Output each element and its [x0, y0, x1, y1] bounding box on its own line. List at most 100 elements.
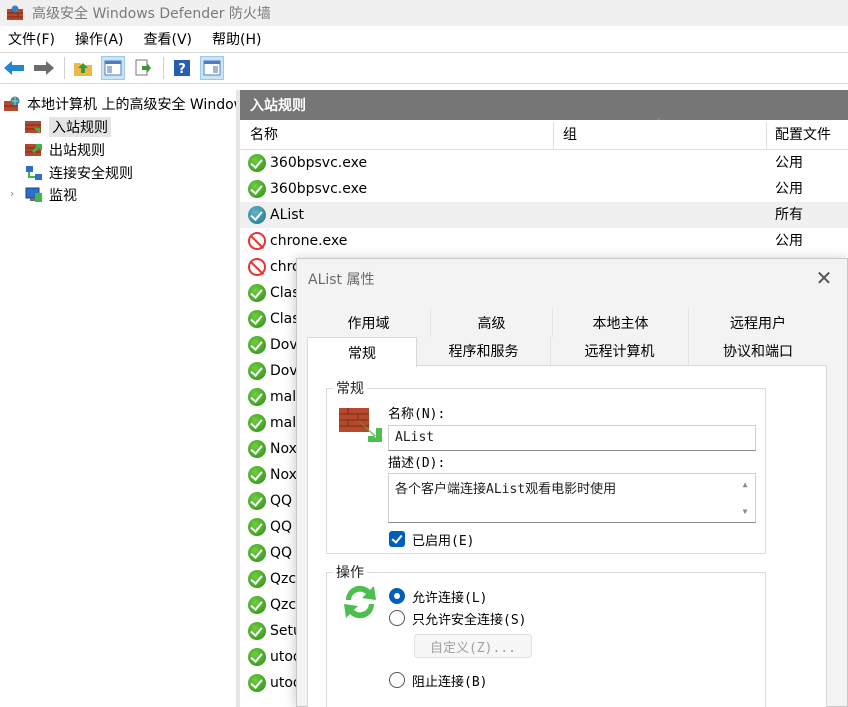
title-bar: 高级安全 Windows Defender 防火墙 [0, 0, 848, 26]
allow-connection-label[interactable]: 允许连接(L) [412, 587, 487, 606]
export-list-icon[interactable] [131, 56, 155, 80]
column-divider[interactable] [766, 122, 767, 150]
menu-help[interactable]: 帮助(H) [212, 29, 261, 49]
name-label: 名称(N): [388, 407, 446, 422]
rule-name: Qzc [270, 597, 297, 613]
forward-arrow-icon[interactable] [32, 56, 56, 80]
tab-protocols-and-ports[interactable]: 协议和端口 [689, 337, 827, 365]
block-rule-icon [248, 258, 266, 276]
column-header-group[interactable]: 组 [563, 120, 577, 150]
enabled-checkbox[interactable] [389, 531, 405, 547]
allow-rule-icon [248, 466, 266, 484]
name-input[interactable]: AList [388, 425, 756, 451]
column-header-name[interactable]: 名称 [250, 120, 278, 150]
back-arrow-icon[interactable] [2, 56, 26, 80]
properties-dialog: AList 属性 ✕ 作用域 高级 本地主体 远程用户 常规 程序和服务 远程计… [296, 258, 848, 707]
tree-root[interactable]: 本地计算机 上的高级安全 Windows Defender 防火墙 [3, 93, 237, 115]
pane-header: 入站规则 [240, 90, 848, 120]
description-scrollbar[interactable]: ▲ ▼ [737, 476, 753, 520]
menu-action[interactable]: 操作(A) [75, 29, 124, 49]
allow-rule-icon [248, 180, 266, 198]
tree-item-label: 监视 [49, 188, 77, 204]
allow-rule-icon [248, 388, 266, 406]
rule-profile: 所有 [775, 207, 803, 223]
menu-bar: 文件(F) 操作(A) 查看(V) 帮助(H) [0, 26, 848, 52]
block-connection-label[interactable]: 阻止连接(B) [412, 671, 487, 690]
tab-general[interactable]: 常规 [307, 337, 417, 367]
scroll-up-icon[interactable]: ▲ [743, 480, 748, 489]
rule-name: QQ [270, 493, 293, 509]
allow-rule-icon [248, 440, 266, 458]
rule-name: Qzc [270, 571, 297, 587]
navigation-tree: 本地计算机 上的高级安全 Windows Defender 防火墙 入站规则 出… [0, 90, 237, 707]
show-hide-tree-icon[interactable] [101, 56, 125, 80]
toolbar-separator [64, 57, 65, 79]
firewall-root-icon [3, 96, 21, 112]
window-title: 高级安全 Windows Defender 防火墙 [32, 6, 271, 22]
rule-name: QQ [270, 545, 293, 561]
tab-remote-users[interactable]: 远程用户 [689, 309, 827, 337]
rule-name: 360bpsvc.exe [270, 155, 368, 171]
rule-name: 360bpsvc.exe [270, 181, 368, 197]
show-hide-action-pane-icon[interactable] [200, 56, 224, 80]
expand-arrow-icon[interactable]: › [10, 187, 14, 200]
rule-name: Nox [270, 467, 297, 483]
allow-rule-icon [248, 206, 266, 224]
enabled-label[interactable]: 已启用(E) [412, 530, 474, 549]
toolbar: ? [0, 52, 848, 84]
allow-secure-connection-label[interactable]: 只允许安全连接(S) [412, 609, 526, 628]
rule-name: QQ [270, 519, 293, 535]
tab-programs-and-services[interactable]: 程序和服务 [417, 337, 551, 365]
firewall-app-icon [6, 5, 24, 21]
tree-item-label: 出站规则 [49, 143, 105, 159]
help-icon[interactable]: ? [170, 56, 194, 80]
tab-advanced[interactable]: 高级 [431, 309, 553, 337]
inbound-rules-icon [25, 119, 43, 135]
dialog-title: AList 属性 [308, 272, 375, 288]
tree-item-outbound-rules[interactable]: 出站规则 [25, 139, 259, 161]
rule-name: AList [270, 207, 305, 223]
column-header-row: 名称 组 ˆ 配置文件 [240, 118, 848, 150]
tab-scope[interactable]: 作用域 [307, 309, 431, 337]
block-rule-icon [248, 232, 266, 250]
rule-name: Dov [270, 337, 298, 353]
close-icon[interactable]: ✕ [815, 268, 833, 288]
rule-name: Dov [270, 363, 298, 379]
allow-rule-icon [248, 414, 266, 432]
firewall-rule-icon [338, 404, 382, 442]
allow-rule-icon [248, 336, 266, 354]
block-connection-radio[interactable] [389, 672, 405, 688]
connection-security-icon [25, 165, 43, 181]
table-row[interactable]: 360bpsvc.exe 公用 [240, 150, 848, 176]
tree-item-connection-security-rules[interactable]: 连接安全规则 [25, 162, 259, 184]
outbound-rules-icon [25, 142, 43, 158]
allow-rule-icon [248, 596, 266, 614]
rule-name: Nox [270, 441, 297, 457]
allow-rule-icon [248, 570, 266, 588]
table-row[interactable]: 360bpsvc.exe 公用 [240, 176, 848, 202]
allow-rule-icon [248, 310, 266, 328]
table-row[interactable]: chrone.exe 公用 [240, 228, 848, 254]
allow-rule-icon [248, 674, 266, 692]
allow-connection-radio[interactable] [389, 588, 405, 604]
scroll-down-icon[interactable]: ▼ [743, 507, 748, 516]
table-row[interactable]: AList 所有 [240, 202, 848, 228]
tree-item-inbound-rules[interactable]: 入站规则 [25, 116, 259, 138]
description-textarea[interactable]: 各个客户端连接AList观看电影时使用 ▲ ▼ [388, 473, 756, 523]
customize-button[interactable]: 自定义(Z)... [414, 634, 532, 658]
tab-local-principals[interactable]: 本地主体 [553, 309, 689, 337]
toolbar-separator [163, 57, 164, 79]
allow-rule-icon [248, 492, 266, 510]
allow-rule-icon [248, 284, 266, 302]
allow-secure-connection-radio[interactable] [389, 610, 405, 626]
column-header-profile[interactable]: 配置文件 [775, 120, 831, 150]
menu-file[interactable]: 文件(F) [8, 29, 55, 49]
column-divider[interactable] [553, 122, 554, 150]
menu-view[interactable]: 查看(V) [144, 29, 193, 49]
tree-item-monitoring[interactable]: 监视 [25, 184, 259, 206]
allow-rule-icon [248, 544, 266, 562]
tab-remote-computers[interactable]: 远程计算机 [551, 337, 689, 365]
folder-up-icon[interactable] [71, 56, 95, 80]
allow-rule-icon [248, 154, 266, 172]
rule-name: mal [270, 389, 297, 405]
